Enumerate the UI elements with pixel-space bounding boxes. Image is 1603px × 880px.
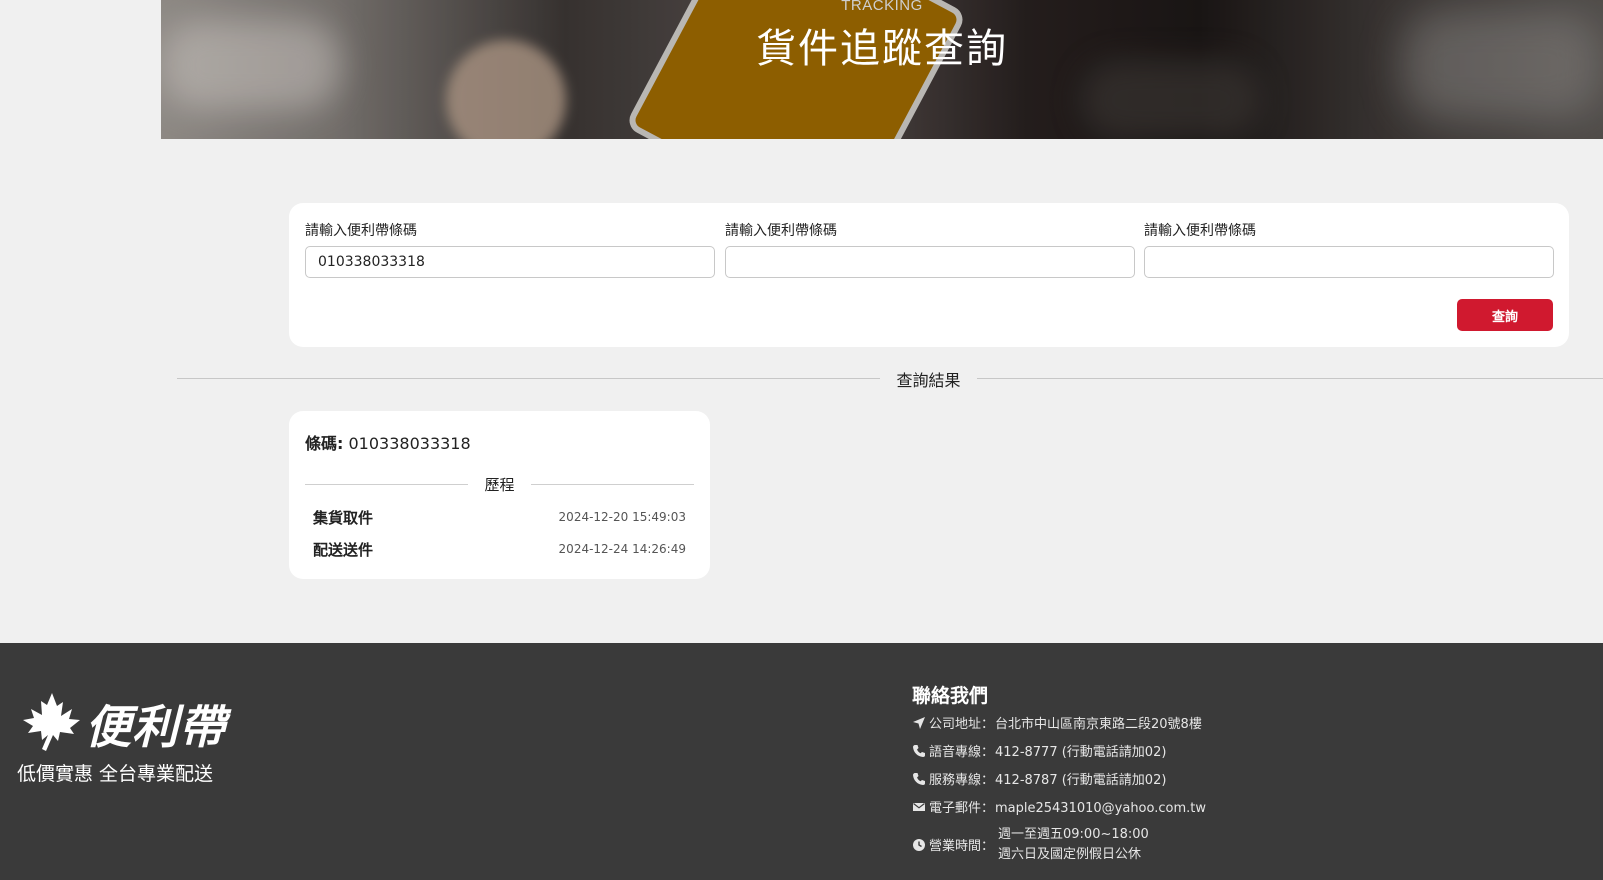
history-event: 配送送件 2024-12-24 14:26:49 xyxy=(313,539,686,561)
brand-name: 便利帶 xyxy=(85,700,226,754)
page-title: 貨件追蹤查詢 xyxy=(756,26,1008,72)
event-time: 2024-12-20 15:49:03 xyxy=(558,510,686,524)
barcode-field-1-label: 請輸入便利帶條碼 xyxy=(305,223,417,239)
service-label: 服務專線： xyxy=(929,773,995,788)
hours-label: 營業時間： xyxy=(929,839,995,854)
hours-weekend: 週六日及國定例假日公休 xyxy=(998,847,1142,862)
hero-banner: TRACKING 貨件追蹤查詢 xyxy=(161,0,1603,139)
clock-icon xyxy=(913,839,925,851)
contact-address: 公司地址：台北市中山區南京東路二段20號8樓 xyxy=(912,713,1202,732)
event-time: 2024-12-24 14:26:49 xyxy=(558,542,686,556)
envelope-icon xyxy=(913,803,925,811)
brand-slogan: 低價實惠 全台專業配送 xyxy=(17,763,214,785)
event-name: 配送送件 xyxy=(313,541,374,559)
barcode-field-2-label: 請輸入便利帶條碼 xyxy=(725,223,837,239)
voice-label: 語音專線： xyxy=(929,745,995,760)
address-label: 公司地址： xyxy=(929,717,995,732)
contact-hours: 營業時間： xyxy=(912,835,995,854)
barcode-input-1[interactable] xyxy=(305,246,715,278)
hours-value: 週一至週五09:00~18:00 週六日及國定例假日公休 xyxy=(998,825,1149,865)
footer: 便利帶 低價實惠 全台專業配送 聯絡我們 公司地址：台北市中山區南京東路二段20… xyxy=(0,643,1603,880)
barcode-input-3[interactable] xyxy=(1144,246,1554,278)
barcode-field-1: 請輸入便利帶條碼 xyxy=(305,220,715,278)
barcode-line: 條碼: 010338033318 xyxy=(305,430,471,454)
phone-icon xyxy=(913,745,925,757)
contact-voice: 語音專線：412-8777 (行動電話請加02) xyxy=(912,741,1166,760)
hours-weekday: 週一至週五09:00~18:00 xyxy=(998,827,1149,842)
barcode-field-3: 請輸入便利帶條碼 xyxy=(1144,220,1554,278)
results-section-title: 查詢結果 xyxy=(896,371,961,390)
address-value: 台北市中山區南京東路二段20號8樓 xyxy=(995,717,1202,732)
query-button[interactable]: 查詢 xyxy=(1457,299,1553,331)
phone-icon xyxy=(913,773,925,785)
maple-leaf-icon xyxy=(23,693,80,751)
email-link[interactable]: maple25431010@yahoo.com.tw xyxy=(995,801,1206,816)
location-arrow-icon xyxy=(913,717,925,729)
history-event: 集貨取件 2024-12-20 15:49:03 xyxy=(313,507,686,529)
contact-service: 服務專線：412-8787 (行動電話請加02) xyxy=(912,769,1166,788)
contact-title: 聯絡我們 xyxy=(912,685,989,707)
barcode-label: 條碼: xyxy=(305,434,344,453)
barcode-value: 010338033318 xyxy=(348,434,471,453)
voice-value[interactable]: 412-8777 (行動電話請加02) xyxy=(995,741,1166,760)
contact-email: 電子郵件：maple25431010@yahoo.com.tw xyxy=(912,797,1206,816)
brand-logo[interactable]: 便利帶 xyxy=(22,691,262,754)
barcode-field-2: 請輸入便利帶條碼 xyxy=(725,220,1135,278)
barcode-field-3-label: 請輸入便利帶條碼 xyxy=(1144,223,1256,239)
hero-subtitle: TRACKING xyxy=(841,0,923,14)
tracking-search-form: 請輸入便利帶條碼 請輸入便利帶條碼 請輸入便利帶條碼 查詢 xyxy=(289,203,1569,347)
results-divider: 查詢結果 xyxy=(177,367,1603,391)
history-title: 歷程 xyxy=(484,476,515,494)
barcode-input-2[interactable] xyxy=(725,246,1135,278)
event-name: 集貨取件 xyxy=(313,509,374,527)
history-divider: 歷程 xyxy=(305,474,694,496)
email-label: 電子郵件： xyxy=(929,801,995,816)
result-card: 條碼: 010338033318 歷程 集貨取件 2024-12-20 15:4… xyxy=(289,411,710,579)
service-value[interactable]: 412-8787 (行動電話請加02) xyxy=(995,769,1166,788)
